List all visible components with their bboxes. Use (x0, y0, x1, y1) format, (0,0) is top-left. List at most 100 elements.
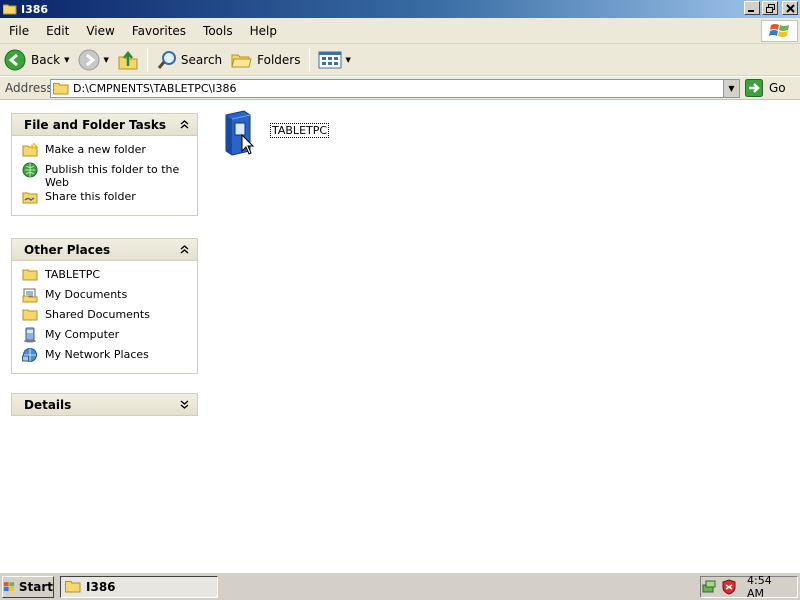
address-value: D:\CMPNENTS\TABLETPC\I386 (73, 82, 237, 95)
place-tabletpc[interactable]: TABLETPC (22, 267, 197, 287)
security-shield-icon[interactable] (721, 579, 737, 595)
place-label: My Computer (45, 328, 120, 341)
file-folder-tasks-body: Make a new folder Publish this folder to… (11, 136, 198, 216)
toolbar: Back ▼ ▼ Search Folders ▼ (0, 44, 800, 76)
publish-web-icon (22, 162, 38, 178)
task-publish-folder-web[interactable]: Publish this folder to the Web (22, 162, 197, 189)
panel-title: Other Places (24, 242, 111, 257)
file-folder-tasks-header[interactable]: File and Folder Tasks (11, 113, 198, 136)
back-button[interactable]: Back ▼ (0, 46, 74, 74)
new-folder-icon (22, 142, 38, 157)
windows-logo (761, 20, 798, 42)
folders-label: Folders (257, 52, 301, 67)
toolbar-separator (308, 47, 310, 72)
other-places-panel: Other Places TABLETPC My Documents Share… (11, 238, 198, 374)
views-dropdown-icon[interactable]: ▼ (346, 56, 351, 64)
forward-dropdown-icon[interactable]: ▼ (104, 56, 109, 64)
place-my-computer[interactable]: My Computer (22, 327, 197, 347)
minimize-button[interactable] (744, 1, 760, 15)
my-documents-icon (22, 288, 38, 303)
place-shared-documents[interactable]: Shared Documents (22, 307, 197, 327)
menu-favorites[interactable]: Favorites (123, 24, 194, 38)
collapse-icon[interactable] (177, 243, 191, 257)
task-label: Publish this folder to the Web (45, 163, 180, 189)
place-label: My Documents (45, 288, 128, 301)
forward-button[interactable]: ▼ (74, 46, 113, 74)
taskbar-window-label: I386 (86, 579, 116, 594)
restore-button[interactable] (762, 1, 778, 15)
up-folder-icon (118, 50, 138, 69)
title-bar[interactable]: I386 (0, 0, 800, 18)
close-icon (785, 3, 795, 13)
expand-icon[interactable] (177, 398, 191, 412)
details-header[interactable]: Details (11, 393, 198, 416)
taskbar: Start I386 4:54 AM (0, 572, 800, 600)
search-icon (157, 50, 176, 69)
views-icon (318, 51, 341, 68)
collapse-icon[interactable] (177, 118, 191, 132)
panel-title: File and Folder Tasks (24, 117, 167, 132)
menu-tools[interactable]: Tools (194, 24, 241, 38)
place-my-documents[interactable]: My Documents (22, 287, 197, 307)
folder-icon (53, 83, 69, 95)
up-folder-button[interactable] (113, 46, 143, 74)
setup-installer-icon (225, 110, 255, 156)
folders-button[interactable]: Folders (226, 46, 304, 74)
clock: 4:54 AM (747, 574, 772, 600)
menu-bar: File Edit View Favorites Tools Help (0, 18, 800, 44)
place-label: Shared Documents (45, 308, 150, 321)
address-dropdown-button[interactable]: ▼ (723, 80, 739, 97)
go-button[interactable]: Go (745, 79, 786, 97)
toolbar-separator (146, 47, 148, 72)
search-button[interactable]: Search (152, 46, 226, 74)
folders-icon (231, 54, 252, 67)
task-label: Share this folder (45, 190, 136, 203)
taskbar-window-button[interactable]: I386 (60, 575, 218, 598)
network-places-icon (22, 348, 37, 362)
back-dropdown-icon[interactable]: ▼ (64, 56, 69, 64)
address-bar: Address D:\CMPNENTS\TABLETPC\I386 ▼ Go (0, 77, 800, 100)
back-label: Back (31, 52, 61, 67)
file-folder-tasks-panel: File and Folder Tasks Make a new folder … (11, 113, 198, 216)
windows-flag-icon (3, 581, 15, 591)
details-panel: Details (11, 393, 198, 416)
place-label: TABLETPC (45, 268, 101, 281)
other-places-header[interactable]: Other Places (11, 238, 198, 261)
file-item-tabletpc[interactable]: TABLETPC (220, 107, 330, 157)
folder-icon (22, 269, 38, 281)
windows-flag-icon (768, 24, 789, 37)
task-pane: File and Folder Tasks Make a new folder … (0, 101, 210, 571)
file-label: TABLETPC (270, 123, 330, 138)
address-field[interactable]: D:\CMPNENTS\TABLETPC\I386 ▼ (50, 79, 740, 98)
other-places-body: TABLETPC My Documents Shared Documents M… (11, 261, 198, 374)
network-tray-icon[interactable] (701, 579, 717, 595)
system-tray: 4:54 AM (700, 574, 798, 600)
folder-icon (3, 4, 17, 14)
menu-view[interactable]: View (77, 24, 122, 38)
file-view[interactable]: TABLETPC (210, 101, 800, 571)
task-label: Make a new folder (45, 143, 146, 156)
chevron-down-icon: ▼ (728, 84, 735, 93)
menu-file[interactable]: File (0, 24, 37, 38)
address-label: Address (5, 81, 53, 95)
task-share-folder[interactable]: Share this folder (22, 189, 197, 209)
start-button[interactable]: Start (2, 575, 54, 598)
start-label: Start (18, 579, 53, 594)
place-label: My Network Places (45, 348, 149, 361)
panel-title: Details (24, 397, 72, 412)
my-computer-icon (24, 327, 36, 343)
go-arrow-icon (745, 79, 763, 97)
task-make-new-folder[interactable]: Make a new folder (22, 142, 197, 162)
place-my-network-places[interactable]: My Network Places (22, 347, 197, 367)
close-button[interactable] (782, 1, 798, 15)
views-button[interactable]: ▼ (314, 46, 355, 74)
go-label: Go (769, 81, 786, 95)
minimize-icon (748, 10, 754, 12)
menu-edit[interactable]: Edit (37, 24, 77, 38)
restore-icon (765, 3, 775, 13)
share-folder-icon (22, 192, 38, 204)
back-arrow-icon (4, 49, 26, 70)
folder-icon (65, 581, 81, 593)
window-title: I386 (21, 2, 49, 16)
menu-help[interactable]: Help (241, 24, 285, 38)
